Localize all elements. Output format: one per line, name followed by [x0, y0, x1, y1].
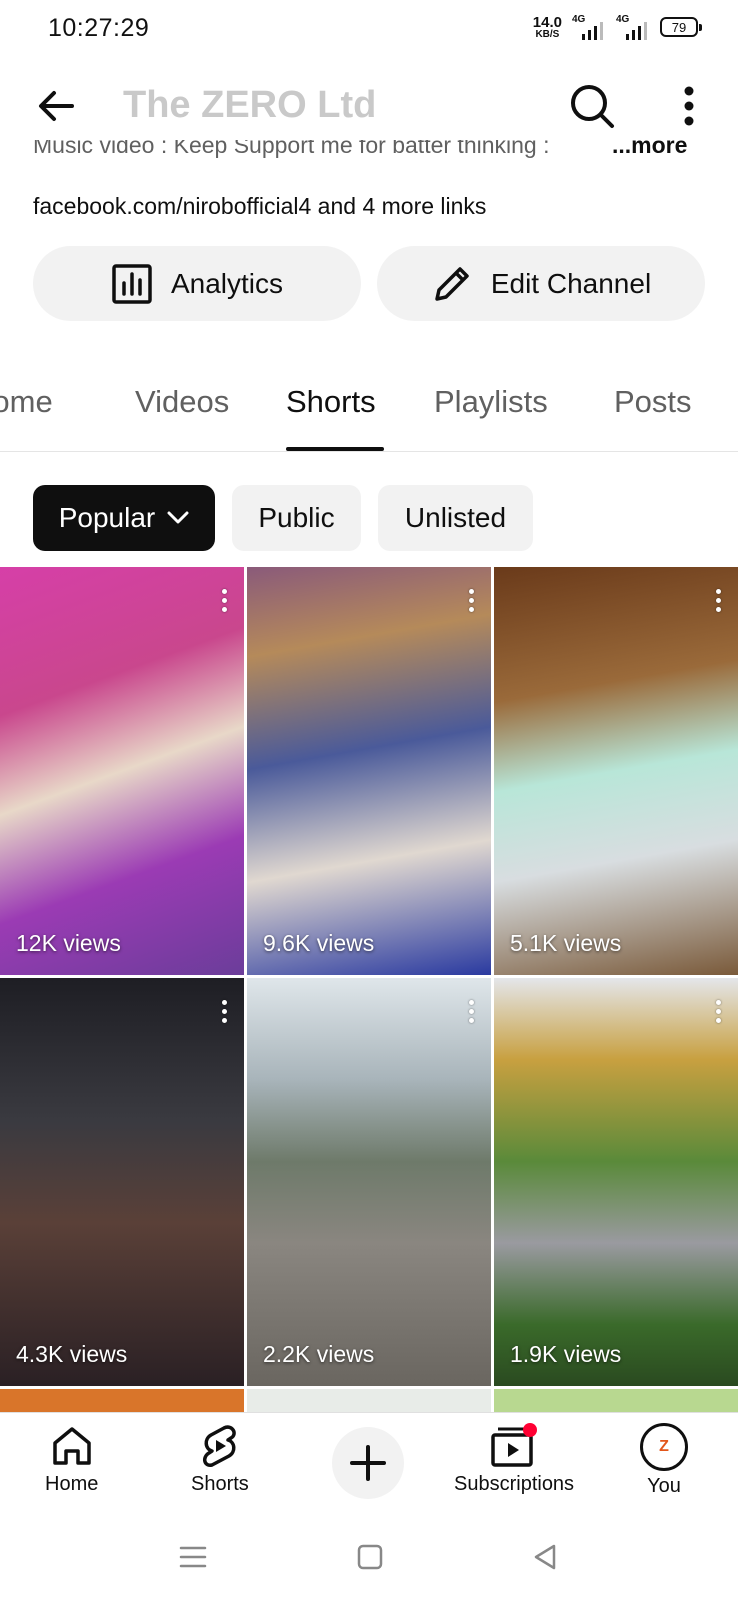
nav-you-label: You [647, 1475, 681, 1497]
signal-sim2-icon: 4G [616, 14, 650, 40]
short-thumbnail[interactable]: 1.9K views [494, 978, 738, 1386]
recents-menu-icon[interactable] [178, 1542, 208, 1572]
channel-tabs: Home Videos Shorts Playlists Posts [0, 370, 738, 452]
chip-public-label: Public [258, 502, 335, 533]
channel-link-main[interactable]: facebook.com/nirobofficial4 [33, 193, 311, 219]
network-speed-value: 14.0 [532, 13, 562, 31]
chip-popular-label: Popular [58, 502, 156, 533]
short-thumbnail[interactable]: 5.1K views [494, 567, 738, 975]
battery-icon: 79 [660, 17, 702, 37]
bottom-navigation: Home Shorts Subscriptions Z You [0, 1412, 738, 1522]
network-speed: 14.0 KB/S [533, 15, 562, 40]
short-views: 12K views [16, 930, 121, 956]
home-icon [52, 1427, 91, 1465]
short-options-icon[interactable] [465, 589, 477, 619]
subscriptions-icon [491, 1423, 538, 1467]
chip-popular[interactable]: Popular [33, 485, 215, 551]
tab-videos[interactable]: Videos [135, 384, 229, 420]
short-thumbnail[interactable]: 4.3K views [0, 978, 244, 1386]
short-views: 5.1K views [510, 930, 622, 956]
description-more-link[interactable]: ...more [612, 140, 687, 159]
analytics-button[interactable]: Analytics [33, 246, 361, 321]
shorts-icon [202, 1425, 236, 1467]
app-bar: The ZERO Ltd [0, 64, 738, 148]
short-views: 2.2K views [263, 1341, 375, 1367]
analytics-icon [112, 263, 152, 304]
active-tab-indicator [286, 447, 384, 451]
analytics-label: Analytics [170, 267, 284, 299]
signal-sim1-icon: 4G [572, 14, 606, 40]
system-navigation-bar [0, 1522, 738, 1600]
status-icons: 14.0 KB/S 4G 4G 79 [533, 14, 702, 40]
status-bar: 10:27:29 14.0 KB/S 4G 4G 79 [0, 0, 738, 56]
network-speed-unit: KB/S [535, 28, 560, 40]
description-text: Music video : Keep Support me for batter… [33, 140, 550, 158]
chip-public[interactable]: Public [232, 485, 361, 551]
tab-home[interactable]: Home [0, 384, 53, 420]
channel-title: The ZERO Ltd [123, 84, 377, 126]
short-options-icon[interactable] [712, 589, 724, 619]
avatar: Z [640, 1423, 688, 1471]
tab-playlists[interactable]: Playlists [434, 384, 548, 420]
short-options-icon[interactable] [218, 589, 230, 619]
short-views: 1.9K views [510, 1341, 622, 1367]
pencil-icon [435, 266, 469, 301]
chip-unlisted-label: Unlisted [404, 502, 507, 533]
edit-channel-button[interactable]: Edit Channel [377, 246, 705, 321]
short-thumbnail[interactable]: 2.2K views [247, 978, 491, 1386]
status-time: 10:27:29 [48, 14, 150, 42]
nav-you[interactable]: Z You [640, 1423, 688, 1498]
channel-links-more[interactable]: and 4 more links [311, 193, 487, 219]
home-square-icon[interactable] [355, 1542, 385, 1572]
nav-shorts[interactable]: Shorts [191, 1423, 249, 1496]
edit-channel-label: Edit Channel [490, 267, 652, 299]
back-button[interactable] [34, 84, 78, 128]
chevron-down-icon [167, 511, 189, 524]
short-options-icon[interactable] [465, 1000, 477, 1030]
nav-subscriptions-label: Subscriptions [454, 1473, 575, 1495]
short-thumbnail[interactable]: 12K views [0, 567, 244, 975]
nav-shorts-label: Shorts [191, 1473, 249, 1495]
arrow-left-icon [39, 91, 74, 121]
short-thumbnail[interactable]: 9.6K views [247, 567, 491, 975]
short-options-icon[interactable] [712, 1000, 724, 1030]
plus-icon [350, 1445, 386, 1481]
back-triangle-icon[interactable] [530, 1542, 560, 1572]
tab-posts[interactable]: Posts [614, 384, 692, 420]
short-views: 9.6K views [263, 930, 375, 956]
short-views: 4.3K views [16, 1341, 128, 1367]
search-icon [571, 85, 614, 128]
battery-level: 79 [671, 19, 687, 35]
chip-unlisted[interactable]: Unlisted [378, 485, 533, 551]
nav-home[interactable]: Home [45, 1423, 98, 1496]
search-button[interactable] [568, 82, 616, 130]
create-button[interactable] [332, 1427, 404, 1499]
more-options-button[interactable] [674, 82, 704, 130]
more-vertical-icon [684, 86, 694, 126]
tab-shorts[interactable]: Shorts [286, 384, 376, 420]
nav-subscriptions[interactable]: Subscriptions [454, 1423, 574, 1496]
avatar-letter: Z [659, 1438, 669, 1455]
channel-links[interactable]: facebook.com/nirobofficial4 and 4 more l… [33, 193, 486, 220]
nav-home-label: Home [45, 1473, 99, 1495]
short-options-icon[interactable] [218, 1000, 230, 1030]
channel-description[interactable]: Music video : Keep Support me for batter… [0, 140, 738, 170]
